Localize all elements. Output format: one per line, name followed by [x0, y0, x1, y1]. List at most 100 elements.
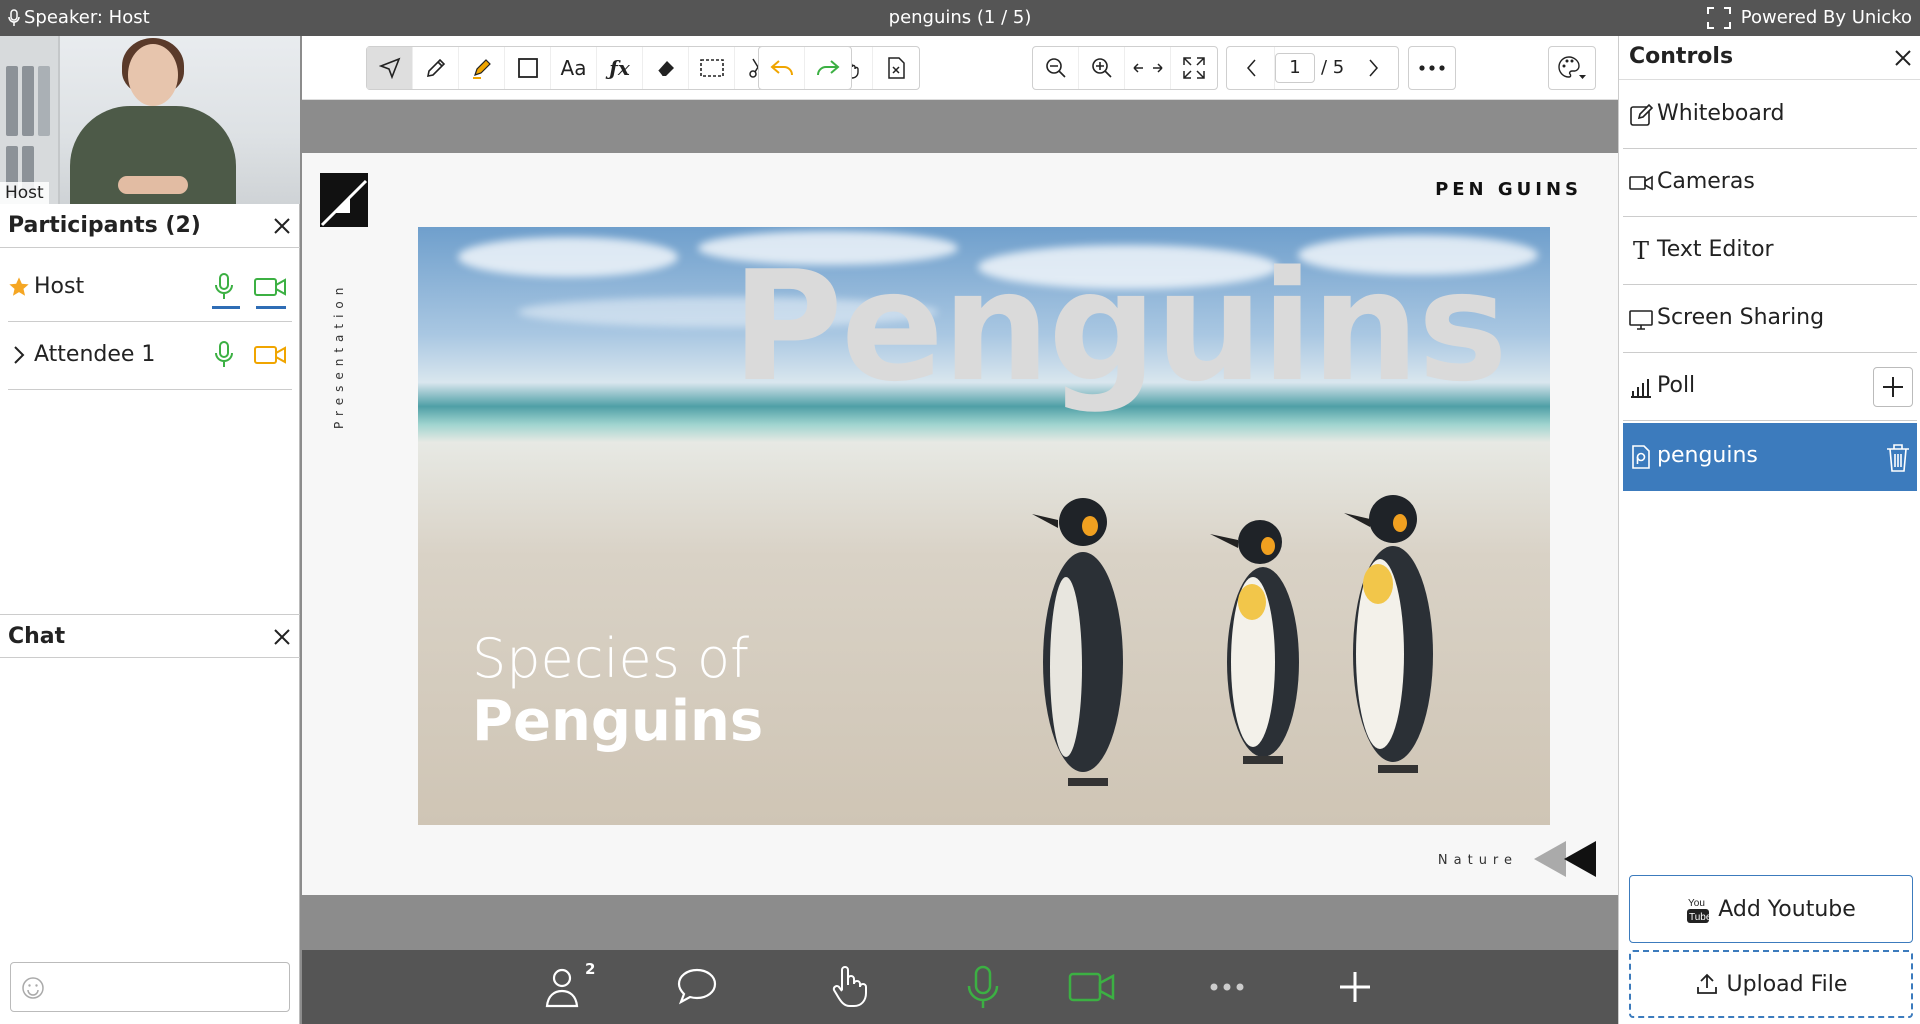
presentation-logo [320, 173, 368, 227]
whiteboard-toolbar: Aa ƒx 1 / 5 [302, 36, 1618, 100]
document-title: penguins (1 / 5) [888, 7, 1032, 28]
close-icon[interactable] [272, 627, 292, 647]
video-camera-icon[interactable] [1068, 964, 1116, 1010]
rectangle-icon [517, 58, 538, 78]
file-icon [1632, 445, 1650, 469]
zoom-out-button[interactable] [1033, 47, 1079, 89]
control-whiteboard[interactable]: Whiteboard [1623, 81, 1917, 149]
bar-chart-icon [1631, 379, 1651, 398]
microphone-icon[interactable] [212, 272, 236, 302]
redo-icon [817, 60, 840, 76]
highlighter-icon [472, 59, 491, 79]
video-camera-icon[interactable] [254, 276, 286, 298]
text-tool[interactable]: Aa [551, 47, 597, 89]
fullscreen-icon[interactable] [1706, 6, 1732, 30]
eraser-tool[interactable] [643, 47, 689, 89]
participant-row[interactable]: Host [8, 254, 292, 322]
chat-input[interactable] [10, 962, 290, 1012]
controls-panel: Controls Whiteboard Cameras T Text Edito… [1618, 36, 1920, 1024]
upload-file-button[interactable]: Upload File [1629, 950, 1913, 1018]
control-text-editor[interactable]: T Text Editor [1623, 217, 1917, 285]
trash-icon[interactable] [1885, 443, 1911, 473]
next-page-button[interactable] [1350, 47, 1396, 89]
control-cameras[interactable]: Cameras [1623, 149, 1917, 217]
video-person-hands [118, 176, 188, 194]
back-arrows-icon [1534, 841, 1596, 877]
more-tools [1408, 46, 1456, 90]
page-number-input[interactable]: 1 [1275, 53, 1315, 83]
control-label: Screen Sharing [1657, 305, 1825, 330]
undo-icon [769, 60, 793, 76]
control-file-penguins[interactable]: penguins [1623, 423, 1917, 491]
clear-page-tool[interactable] [873, 47, 919, 89]
penguin-right [1344, 495, 1433, 773]
chat-header: Chat [0, 614, 300, 658]
palette-icon [1558, 56, 1586, 79]
select-area-tool[interactable] [689, 47, 735, 89]
close-icon[interactable] [1893, 48, 1913, 68]
participants-title: Participants (2) [8, 213, 201, 238]
zoom-in-button[interactable] [1079, 47, 1125, 89]
more-dots-icon[interactable] [1204, 964, 1250, 1010]
eraser-icon [657, 61, 674, 77]
raise-hand-icon[interactable] [826, 964, 872, 1010]
highlighter-tool[interactable] [459, 47, 505, 89]
undo-button[interactable] [759, 47, 805, 89]
color-tools [1548, 46, 1596, 90]
dashed-select-icon [699, 59, 724, 77]
pencil-tool[interactable] [413, 47, 459, 89]
text-icon: T [1632, 237, 1649, 265]
upload-icon [1696, 973, 1717, 994]
host-video[interactable]: Host [0, 36, 300, 204]
video-camera-icon[interactable] [254, 344, 286, 366]
star-icon [9, 277, 29, 296]
camera-icon [1629, 175, 1653, 191]
control-poll[interactable]: Poll [1623, 353, 1917, 421]
prev-page-button[interactable] [1229, 47, 1275, 89]
left-panel: Host Participants (2) Host Attendee 1 Ch… [0, 36, 300, 1024]
fit-width-button[interactable] [1125, 47, 1171, 89]
add-poll-button[interactable] [1873, 367, 1913, 407]
color-palette-button[interactable] [1549, 47, 1595, 89]
redo-button[interactable] [805, 47, 851, 89]
upload-file-label: Upload File [1726, 971, 1848, 997]
participants-icon[interactable] [542, 964, 588, 1010]
top-bar: Speaker: Host penguins (1 / 5) Powered B… [0, 0, 1920, 36]
mic-active-underline [212, 306, 240, 309]
presentation-stage[interactable]: Presentation PEN GUINS Penguins Species … [302, 100, 1618, 950]
penguin-left [1032, 498, 1123, 786]
fit-page-button[interactable] [1171, 47, 1217, 89]
pointer-icon [378, 57, 400, 79]
add-youtube-button[interactable]: You Tube Add Youtube [1629, 875, 1913, 943]
video-label: Host [0, 182, 49, 204]
more-button[interactable] [1409, 47, 1455, 89]
participant-row[interactable]: Attendee 1 [8, 322, 292, 390]
slide-subtitle-line2: Penguins [472, 689, 764, 754]
formula-tool[interactable]: ƒx [597, 47, 643, 89]
plus-icon [1883, 377, 1903, 397]
emoji-icon[interactable] [21, 976, 45, 1000]
camera-active-underline [256, 306, 286, 309]
microphone-icon[interactable] [960, 964, 1006, 1010]
plus-icon[interactable] [1332, 964, 1378, 1010]
zoom-out-icon [1045, 58, 1066, 78]
expand-icon [1183, 57, 1205, 79]
chevron-right-icon[interactable] [8, 344, 30, 366]
close-icon[interactable] [272, 216, 292, 236]
chat-icon[interactable] [674, 964, 720, 1010]
function-icon: ƒx [609, 56, 630, 80]
delete-file-icon [888, 57, 905, 79]
microphone-icon[interactable] [212, 340, 236, 370]
rectangle-tool[interactable] [505, 47, 551, 89]
slide-footer-text: Nature [1437, 853, 1518, 868]
pointer-tool[interactable] [367, 47, 413, 89]
control-screen-sharing[interactable]: Screen Sharing [1623, 285, 1917, 353]
participants-count-badge: 2 [585, 960, 596, 978]
svg-text:Tube: Tube [1689, 912, 1710, 923]
more-dots-icon [1419, 65, 1445, 71]
add-youtube-label: Add Youtube [1718, 896, 1856, 922]
control-label: Whiteboard [1657, 101, 1785, 126]
page-total: / 5 [1321, 57, 1345, 78]
control-label: Poll [1657, 373, 1696, 398]
participants-header: Participants (2) [0, 204, 300, 248]
